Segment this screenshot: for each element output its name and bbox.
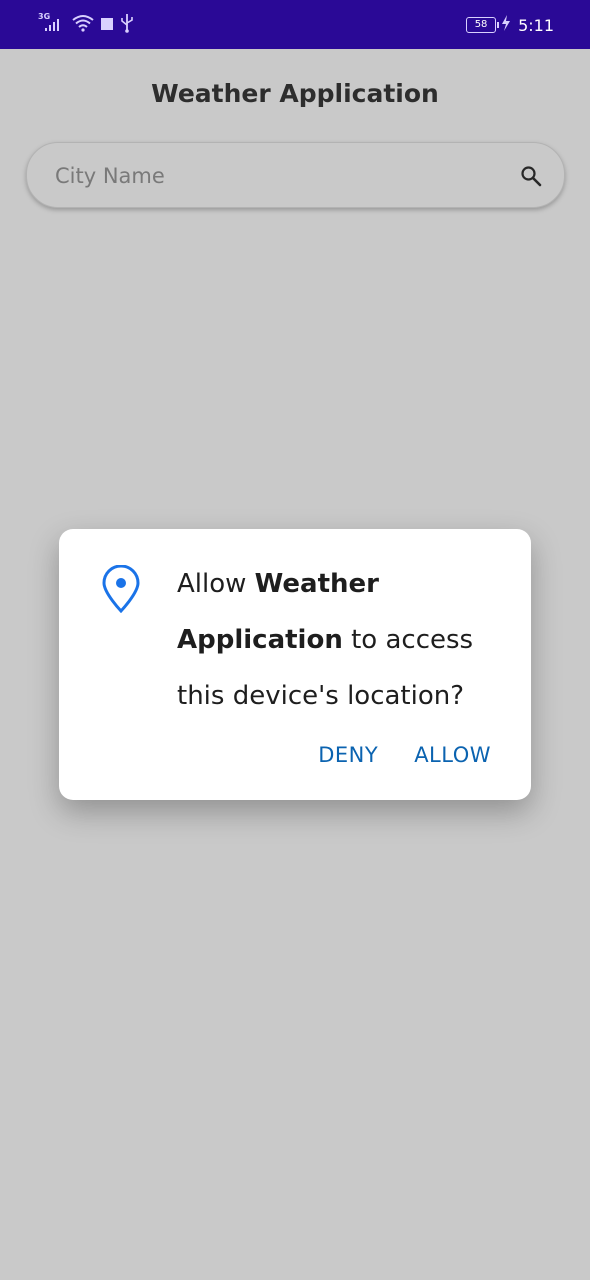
status-bar-left: 3G: [38, 12, 134, 38]
battery-icon: 58: [466, 17, 500, 33]
signal-icon: 3G: [38, 12, 66, 35]
dialog-message: Allow Weather Application to access this…: [177, 556, 497, 724]
location-permission-dialog: Allow Weather Application to access this…: [59, 529, 531, 800]
dialog-actions: DENY ALLOW: [318, 743, 491, 767]
deny-button[interactable]: DENY: [318, 743, 378, 767]
status-bar: 3G 58 5:11: [0, 0, 590, 49]
location-pin-icon: [101, 564, 141, 614]
charging-icon: [501, 15, 511, 35]
usb-icon: [120, 13, 134, 37]
stop-icon: [100, 16, 114, 35]
dialog-message-prefix: Allow: [177, 569, 255, 599]
allow-button[interactable]: ALLOW: [414, 743, 491, 767]
status-time: 5:11: [518, 15, 554, 35]
status-bar-right: 58 5:11: [466, 12, 554, 38]
wifi-icon: [72, 14, 94, 36]
battery-level: 58: [474, 19, 488, 30]
